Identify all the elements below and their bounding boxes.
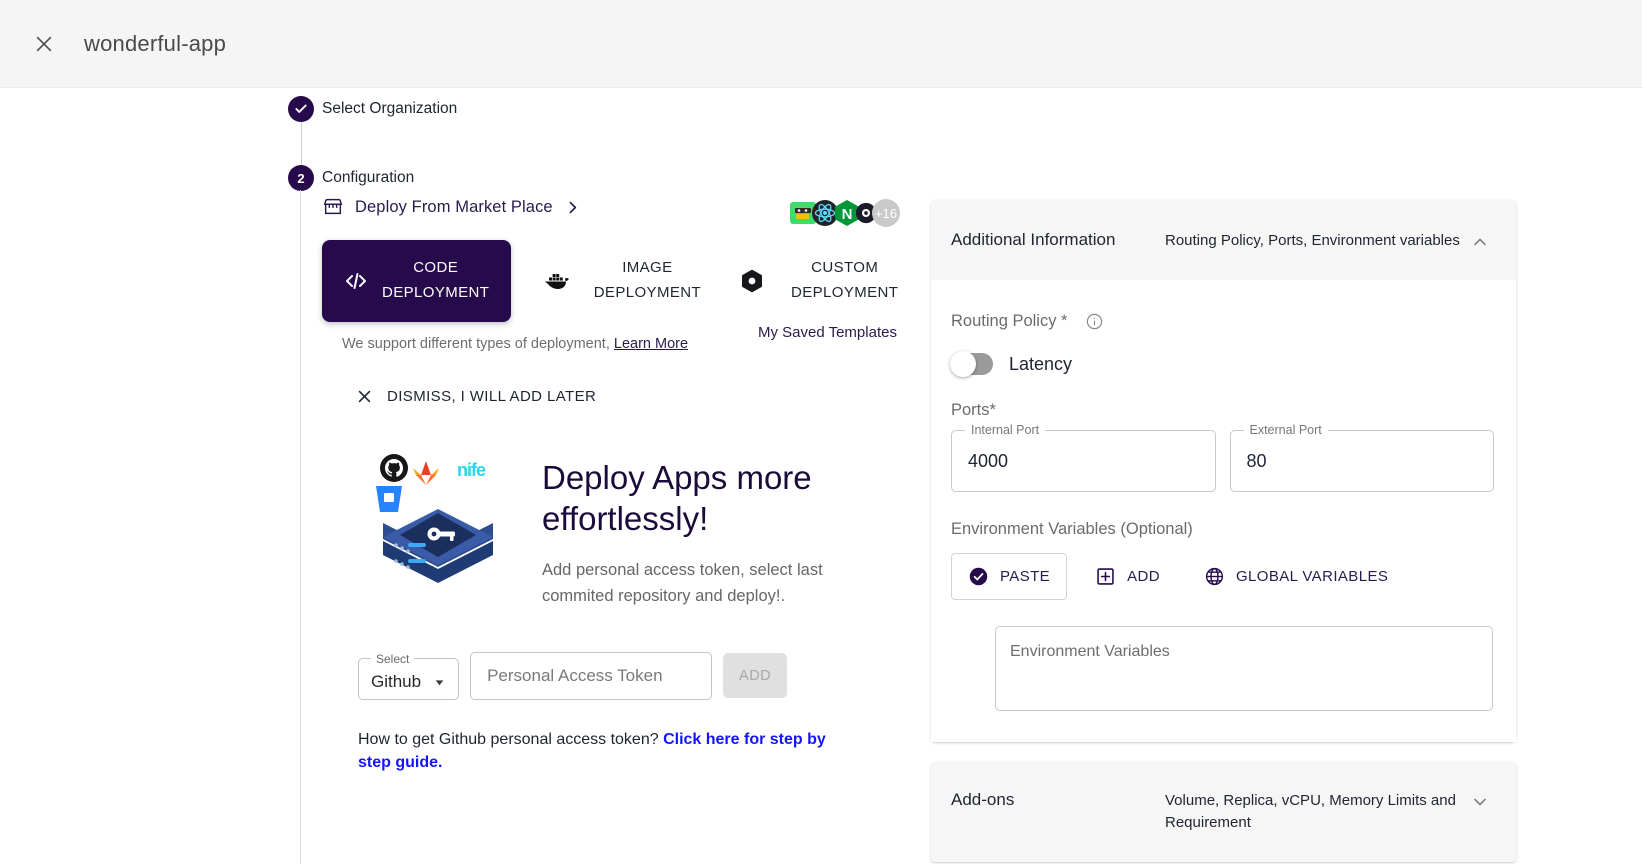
- tab-code-line2: DEPLOYMENT: [382, 283, 490, 301]
- sidebar-item-configuration[interactable]: Configuration: [322, 169, 414, 187]
- additional-information-header[interactable]: Additional Information Routing Policy, P…: [931, 200, 1516, 280]
- server-key-illustration: nife: [358, 451, 518, 610]
- internal-port-field[interactable]: Internal Port 4000: [951, 423, 1216, 492]
- global-variables-button[interactable]: GLOBAL VARIABLES: [1188, 554, 1404, 599]
- additional-information-panel: Additional Information Routing Policy, P…: [931, 200, 1516, 862]
- close-icon[interactable]: [24, 24, 64, 64]
- howto-question: How to get Github personal access token?: [358, 730, 664, 748]
- storefront-icon: [322, 196, 344, 218]
- page-title: wonderful-app: [84, 30, 227, 56]
- paste-env-button[interactable]: PASTE: [951, 553, 1068, 600]
- deploy-wizard-page: wonderful-app 2 Select Organization Conf…: [0, 0, 1642, 864]
- global-variables-label: GLOBAL VARIABLES: [1235, 568, 1389, 585]
- external-port-field[interactable]: External Port 80: [1229, 423, 1494, 492]
- code-brackets-icon: [344, 269, 368, 293]
- token-form: Select Github ADD: [358, 651, 912, 700]
- tab-code-deployment[interactable]: CODE DEPLOYMENT: [322, 240, 512, 322]
- ports-row: Internal Port 4000 External Port 80: [951, 423, 1494, 492]
- provider-select-legend: Select: [376, 651, 410, 666]
- personal-access-token-input[interactable]: [470, 651, 713, 700]
- external-port-label: External Port: [1243, 423, 1328, 437]
- environment-variables-actions: PASTE ADD GLOBAL VARIABLES: [951, 553, 1494, 600]
- hexagon-gear-icon: [741, 269, 763, 293]
- top-bar: wonderful-app: [0, 0, 1642, 88]
- plus-square-icon: [1095, 566, 1116, 587]
- paste-env-label: PASTE: [1000, 568, 1051, 585]
- marketplace-label: Deploy From Market Place: [355, 197, 553, 216]
- tab-custom-deployment[interactable]: CUSTOM DEPLOYMENT: [741, 240, 912, 322]
- stepper: 2: [288, 96, 318, 191]
- additional-information-body: Routing Policy * Latency Ports* Internal…: [931, 280, 1516, 742]
- tab-image-deployment[interactable]: IMAGE DEPLOYMENT: [543, 240, 709, 322]
- environment-variables-label: Environment Variables (Optional): [951, 520, 1193, 538]
- addons-header[interactable]: Add-ons Volume, Replica, vCPU, Memory Li…: [931, 762, 1516, 862]
- chevron-right-icon[interactable]: [564, 199, 581, 216]
- globe-icon: [1204, 566, 1225, 587]
- learn-more-link[interactable]: Learn More: [614, 336, 688, 352]
- deployment-type-tabs: CODE DEPLOYMENT IMAGE DEPLOYMENT CUSTOM …: [322, 240, 912, 322]
- tab-image-line1: IMAGE: [622, 259, 673, 276]
- additional-information-accordion: Additional Information Routing Policy, P…: [931, 200, 1516, 742]
- chevron-up-icon[interactable]: [1470, 232, 1490, 252]
- addons-subtitle: Volume, Replica, vCPU, Memory Limits and…: [1165, 792, 1456, 831]
- routing-policy-label: Routing Policy *: [951, 312, 1068, 330]
- ports-label: Ports*: [951, 401, 996, 419]
- latency-toggle-label: Latency: [1009, 353, 1073, 374]
- environment-variables-textarea[interactable]: [995, 626, 1493, 711]
- step-marker-2[interactable]: 2: [288, 165, 314, 191]
- howto-note: How to get Github personal access token?…: [358, 728, 848, 774]
- step-rail: [300, 190, 301, 864]
- addons-title: Add-ons: [951, 790, 1015, 809]
- sidebar-item-select-organization[interactable]: Select Organization: [322, 100, 457, 118]
- latency-toggle-row: Latency: [950, 351, 1494, 377]
- info-circle-icon[interactable]: [1085, 312, 1104, 331]
- internal-port-value: 4000: [968, 450, 1009, 471]
- support-text: We support different types of deployment…: [342, 335, 610, 352]
- routing-policy-row: Routing Policy *: [951, 312, 1494, 331]
- additional-information-subtitle: Routing Policy, Ports, Environment varia…: [1165, 232, 1460, 249]
- external-port-value: 80: [1246, 450, 1267, 471]
- step-connector-1: [301, 122, 302, 165]
- my-saved-templates-link[interactable]: My Saved Templates: [758, 324, 897, 341]
- provider-select[interactable]: Select Github: [358, 651, 460, 700]
- check-circle-icon: [968, 566, 989, 587]
- dismiss-label: DISMISS, I WILL ADD LATER: [387, 387, 597, 405]
- caret-down-icon: [433, 676, 446, 689]
- hero-copy: Deploy Apps more effortlessly! Add perso…: [542, 451, 912, 610]
- tab-custom-line1: CUSTOM: [811, 259, 879, 276]
- internal-port-label: Internal Port: [965, 423, 1046, 437]
- addons-accordion: Add-ons Volume, Replica, vCPU, Memory Li…: [931, 762, 1516, 862]
- dismiss-button[interactable]: DISMISS, I WILL ADD LATER: [356, 388, 912, 405]
- additional-information-title: Additional Information: [951, 230, 1116, 249]
- add-env-label: ADD: [1127, 568, 1160, 585]
- add-env-button[interactable]: ADD: [1079, 554, 1176, 599]
- chevron-down-icon[interactable]: [1470, 792, 1490, 812]
- add-token-button[interactable]: ADD: [723, 653, 788, 699]
- toggle-knob: [950, 351, 976, 377]
- svg-text:nife: nife: [457, 460, 486, 480]
- hero-paragraph: Add personal access token, select last c…: [542, 561, 823, 606]
- tab-image-line2: DEPLOYMENT: [593, 283, 702, 301]
- close-icon: [356, 388, 373, 405]
- docker-whale-icon: [543, 269, 571, 293]
- hero-heading: Deploy Apps more effortlessly!: [542, 458, 812, 537]
- step-marker-1[interactable]: [288, 96, 314, 122]
- step-number: 2: [297, 170, 305, 186]
- configuration-left-panel: Deploy From Market Place CODE DEPLOYMENT: [322, 196, 912, 774]
- deploy-from-marketplace-link[interactable]: Deploy From Market Place: [322, 196, 912, 218]
- latency-toggle[interactable]: [950, 351, 993, 377]
- tab-custom-line2: DEPLOYMENT: [791, 283, 899, 301]
- tab-code-line1: CODE: [413, 259, 459, 276]
- provider-select-value: Github: [371, 672, 422, 692]
- hero-section: nife Deploy Apps more effortlessly! Add …: [358, 451, 912, 610]
